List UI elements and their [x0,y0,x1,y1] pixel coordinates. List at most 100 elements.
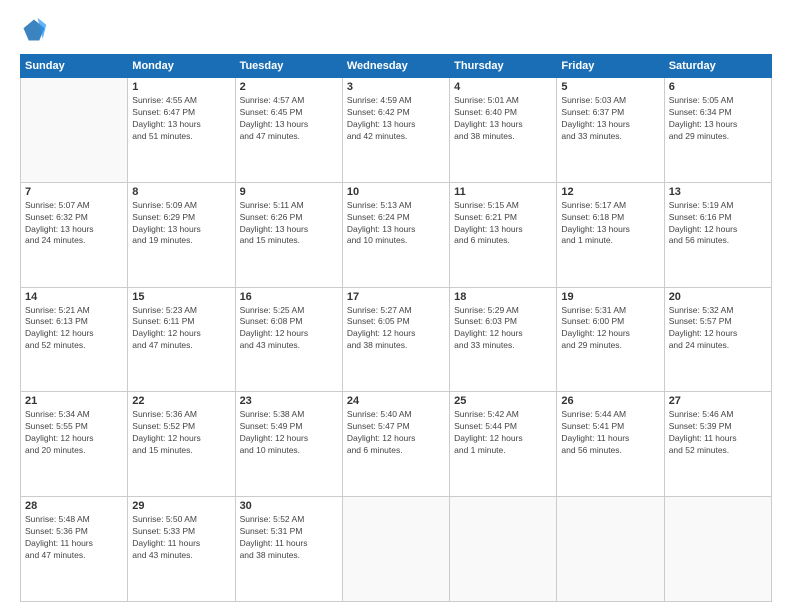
day-info: Sunrise: 5:38 AM Sunset: 5:49 PM Dayligh… [240,409,338,457]
day-info: Sunrise: 5:17 AM Sunset: 6:18 PM Dayligh… [561,200,659,248]
day-number: 16 [240,291,338,303]
day-info: Sunrise: 5:13 AM Sunset: 6:24 PM Dayligh… [347,200,445,248]
day-number: 23 [240,395,338,407]
day-info: Sunrise: 5:48 AM Sunset: 5:36 PM Dayligh… [25,514,123,562]
calendar-week-2: 7 Sunrise: 5:07 AM Sunset: 6:32 PM Daylig… [21,182,772,287]
day-info: Sunrise: 5:46 AM Sunset: 5:39 PM Dayligh… [669,409,767,457]
calendar-cell: 3 Sunrise: 4:59 AM Sunset: 6:42 PM Daylig… [342,78,449,183]
weekday-header-row: Sunday Monday Tuesday Wednesday Thursday… [21,55,772,78]
day-info: Sunrise: 5:34 AM Sunset: 5:55 PM Dayligh… [25,409,123,457]
day-info: Sunrise: 4:55 AM Sunset: 6:47 PM Dayligh… [132,95,230,143]
day-info: Sunrise: 5:40 AM Sunset: 5:47 PM Dayligh… [347,409,445,457]
calendar-cell: 7 Sunrise: 5:07 AM Sunset: 6:32 PM Daylig… [21,182,128,287]
day-info: Sunrise: 5:32 AM Sunset: 5:57 PM Dayligh… [669,305,767,353]
calendar-cell: 26 Sunrise: 5:44 AM Sunset: 5:41 PM Dayli… [557,392,664,497]
day-number: 2 [240,81,338,93]
day-info: Sunrise: 5:03 AM Sunset: 6:37 PM Dayligh… [561,95,659,143]
calendar-cell: 6 Sunrise: 5:05 AM Sunset: 6:34 PM Daylig… [664,78,771,183]
day-number: 3 [347,81,445,93]
calendar-week-3: 14 Sunrise: 5:21 AM Sunset: 6:13 PM Dayli… [21,287,772,392]
logo [20,16,52,44]
calendar-table: Sunday Monday Tuesday Wednesday Thursday… [20,54,772,602]
calendar-cell: 24 Sunrise: 5:40 AM Sunset: 5:47 PM Dayli… [342,392,449,497]
day-info: Sunrise: 5:21 AM Sunset: 6:13 PM Dayligh… [25,305,123,353]
logo-icon [20,16,48,44]
calendar-cell: 11Sunrise: 5:15 AM Sunset: 6:21 PM Dayli… [450,182,557,287]
day-number: 10 [347,186,445,198]
calendar-cell: 1 Sunrise: 4:55 AM Sunset: 6:47 PM Daylig… [128,78,235,183]
calendar-cell: 22Sunrise: 5:36 AM Sunset: 5:52 PM Dayli… [128,392,235,497]
calendar-week-4: 21Sunrise: 5:34 AM Sunset: 5:55 PM Dayli… [21,392,772,497]
calendar-week-5: 28 Sunrise: 5:48 AM Sunset: 5:36 PM Dayli… [21,497,772,602]
calendar-cell: 8Sunrise: 5:09 AM Sunset: 6:29 PM Daylig… [128,182,235,287]
day-info: Sunrise: 5:36 AM Sunset: 5:52 PM Dayligh… [132,409,230,457]
day-number: 15 [132,291,230,303]
calendar-cell: 15 Sunrise: 5:23 AM Sunset: 6:11 PM Dayli… [128,287,235,392]
day-number: 4 [454,81,552,93]
calendar-cell: 12 Sunrise: 5:17 AM Sunset: 6:18 PM Dayli… [557,182,664,287]
header-thursday: Thursday [450,55,557,78]
calendar-cell: 28 Sunrise: 5:48 AM Sunset: 5:36 PM Dayli… [21,497,128,602]
day-info: Sunrise: 4:59 AM Sunset: 6:42 PM Dayligh… [347,95,445,143]
header-friday: Friday [557,55,664,78]
calendar-cell: 14 Sunrise: 5:21 AM Sunset: 6:13 PM Dayli… [21,287,128,392]
day-number: 13 [669,186,767,198]
calendar-cell [450,497,557,602]
day-info: Sunrise: 4:57 AM Sunset: 6:45 PM Dayligh… [240,95,338,143]
day-number: 11 [454,186,552,198]
calendar-cell: 18Sunrise: 5:29 AM Sunset: 6:03 PM Dayli… [450,287,557,392]
day-number: 27 [669,395,767,407]
day-number: 29 [132,500,230,512]
day-number: 28 [25,500,123,512]
calendar-cell: 21Sunrise: 5:34 AM Sunset: 5:55 PM Dayli… [21,392,128,497]
day-number: 12 [561,186,659,198]
day-number: 26 [561,395,659,407]
day-number: 19 [561,291,659,303]
calendar-cell: 13 Sunrise: 5:19 AM Sunset: 6:16 PM Dayli… [664,182,771,287]
day-number: 24 [347,395,445,407]
calendar-cell [664,497,771,602]
calendar-cell: 30 Sunrise: 5:52 AM Sunset: 5:31 PM Dayli… [235,497,342,602]
header-saturday: Saturday [664,55,771,78]
header-monday: Monday [128,55,235,78]
day-info: Sunrise: 5:44 AM Sunset: 5:41 PM Dayligh… [561,409,659,457]
day-info: Sunrise: 5:23 AM Sunset: 6:11 PM Dayligh… [132,305,230,353]
day-number: 30 [240,500,338,512]
day-info: Sunrise: 5:05 AM Sunset: 6:34 PM Dayligh… [669,95,767,143]
calendar-cell [557,497,664,602]
day-number: 17 [347,291,445,303]
day-number: 14 [25,291,123,303]
day-info: Sunrise: 5:19 AM Sunset: 6:16 PM Dayligh… [669,200,767,248]
calendar-cell: 23 Sunrise: 5:38 AM Sunset: 5:49 PM Dayli… [235,392,342,497]
header [20,16,772,44]
day-info: Sunrise: 5:27 AM Sunset: 6:05 PM Dayligh… [347,305,445,353]
calendar-cell: 9Sunrise: 5:11 AM Sunset: 6:26 PM Daylig… [235,182,342,287]
header-tuesday: Tuesday [235,55,342,78]
header-wednesday: Wednesday [342,55,449,78]
calendar-cell: 2 Sunrise: 4:57 AM Sunset: 6:45 PM Daylig… [235,78,342,183]
calendar-cell: 10 Sunrise: 5:13 AM Sunset: 6:24 PM Dayli… [342,182,449,287]
calendar-cell: 20 Sunrise: 5:32 AM Sunset: 5:57 PM Dayli… [664,287,771,392]
day-number: 18 [454,291,552,303]
day-info: Sunrise: 5:11 AM Sunset: 6:26 PM Dayligh… [240,200,338,248]
day-number: 5 [561,81,659,93]
day-info: Sunrise: 5:25 AM Sunset: 6:08 PM Dayligh… [240,305,338,353]
day-number: 7 [25,186,123,198]
header-sunday: Sunday [21,55,128,78]
calendar-cell [21,78,128,183]
day-number: 6 [669,81,767,93]
calendar-cell: 19 Sunrise: 5:31 AM Sunset: 6:00 PM Dayli… [557,287,664,392]
day-number: 25 [454,395,552,407]
page: Sunday Monday Tuesday Wednesday Thursday… [0,0,792,612]
day-info: Sunrise: 5:01 AM Sunset: 6:40 PM Dayligh… [454,95,552,143]
calendar-cell: 17 Sunrise: 5:27 AM Sunset: 6:05 PM Dayli… [342,287,449,392]
day-number: 8 [132,186,230,198]
calendar-cell: 4 Sunrise: 5:01 AM Sunset: 6:40 PM Daylig… [450,78,557,183]
calendar-cell: 27 Sunrise: 5:46 AM Sunset: 5:39 PM Dayli… [664,392,771,497]
calendar-cell: 29Sunrise: 5:50 AM Sunset: 5:33 PM Dayli… [128,497,235,602]
day-number: 20 [669,291,767,303]
day-info: Sunrise: 5:31 AM Sunset: 6:00 PM Dayligh… [561,305,659,353]
day-number: 1 [132,81,230,93]
day-info: Sunrise: 5:52 AM Sunset: 5:31 PM Dayligh… [240,514,338,562]
day-info: Sunrise: 5:07 AM Sunset: 6:32 PM Dayligh… [25,200,123,248]
